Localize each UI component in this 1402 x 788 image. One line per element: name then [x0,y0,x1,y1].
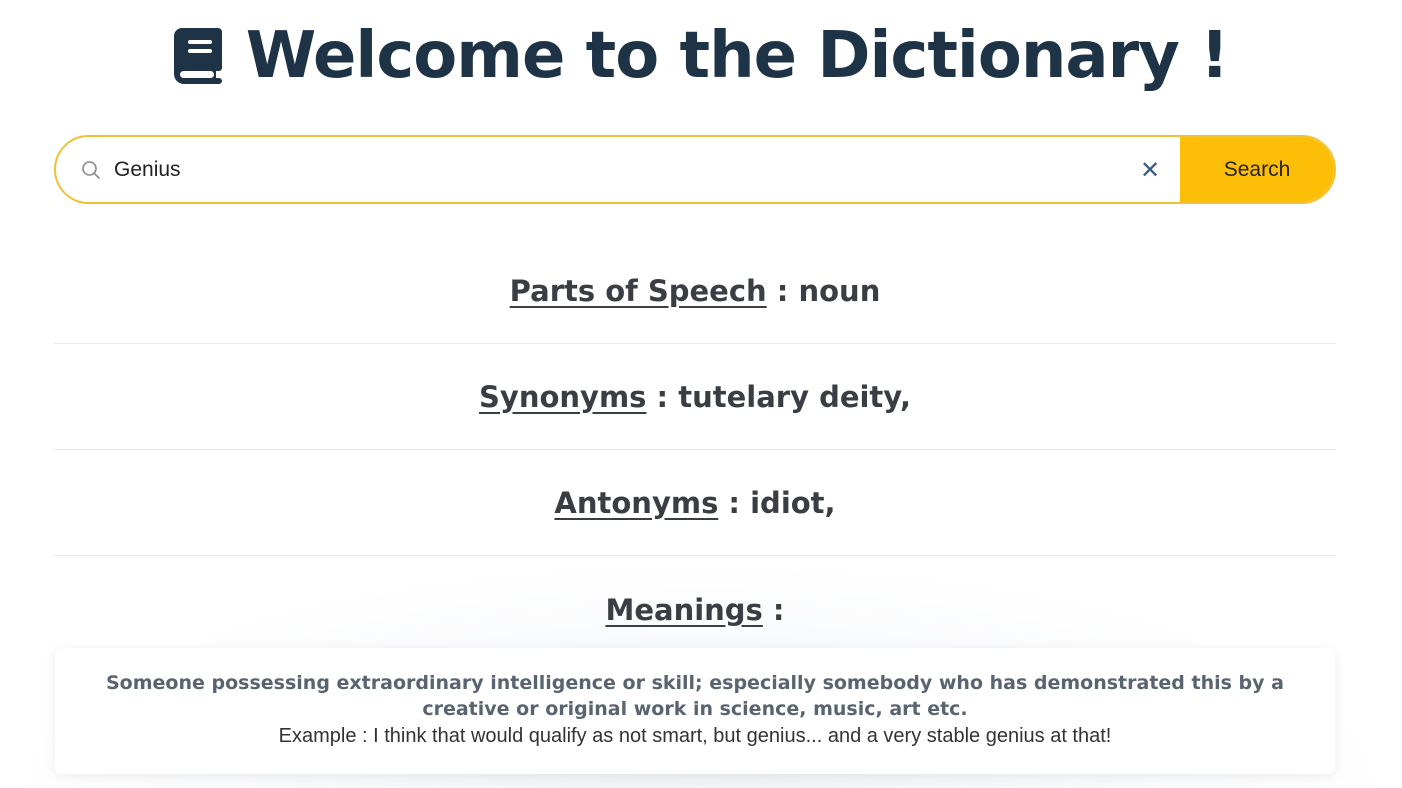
antonyms-value: : idiot, [718,485,836,520]
meanings-label: Meanings [605,593,763,627]
search-bar: ✕ Search [54,135,1336,204]
antonyms-row: Antonyms : idiot, [54,450,1336,556]
synonyms-row: Synonyms : tutelary deity, [54,344,1336,450]
clear-icon[interactable]: ✕ [1120,137,1180,202]
synonyms-value: : tutelary deity, [646,379,911,414]
parts-of-speech-label: Parts of Speech [509,273,767,308]
meaning-example: Example : I think that would qualify as … [278,725,1112,747]
search-input[interactable] [102,137,1120,202]
meanings-heading: Meanings : [54,578,1336,642]
meaning-definition: Someone possessing extraordinary intelli… [106,672,1284,720]
page-title: Welcome to the Dictionary ! [245,19,1230,93]
meanings-suffix: : [762,593,785,627]
synonyms-label: Synonyms [479,379,647,414]
page-header: Welcome to the Dictionary ! [0,16,1402,96]
book-icon [173,28,222,84]
parts-of-speech-value: : noun [766,273,881,308]
parts-of-speech-row: Parts of Speech : noun [54,238,1336,344]
search-icon [80,137,102,202]
antonyms-label: Antonyms [554,485,719,520]
search-button[interactable]: Search [1180,137,1334,202]
meaning-card: Someone possessing extraordinary intelli… [55,648,1335,774]
